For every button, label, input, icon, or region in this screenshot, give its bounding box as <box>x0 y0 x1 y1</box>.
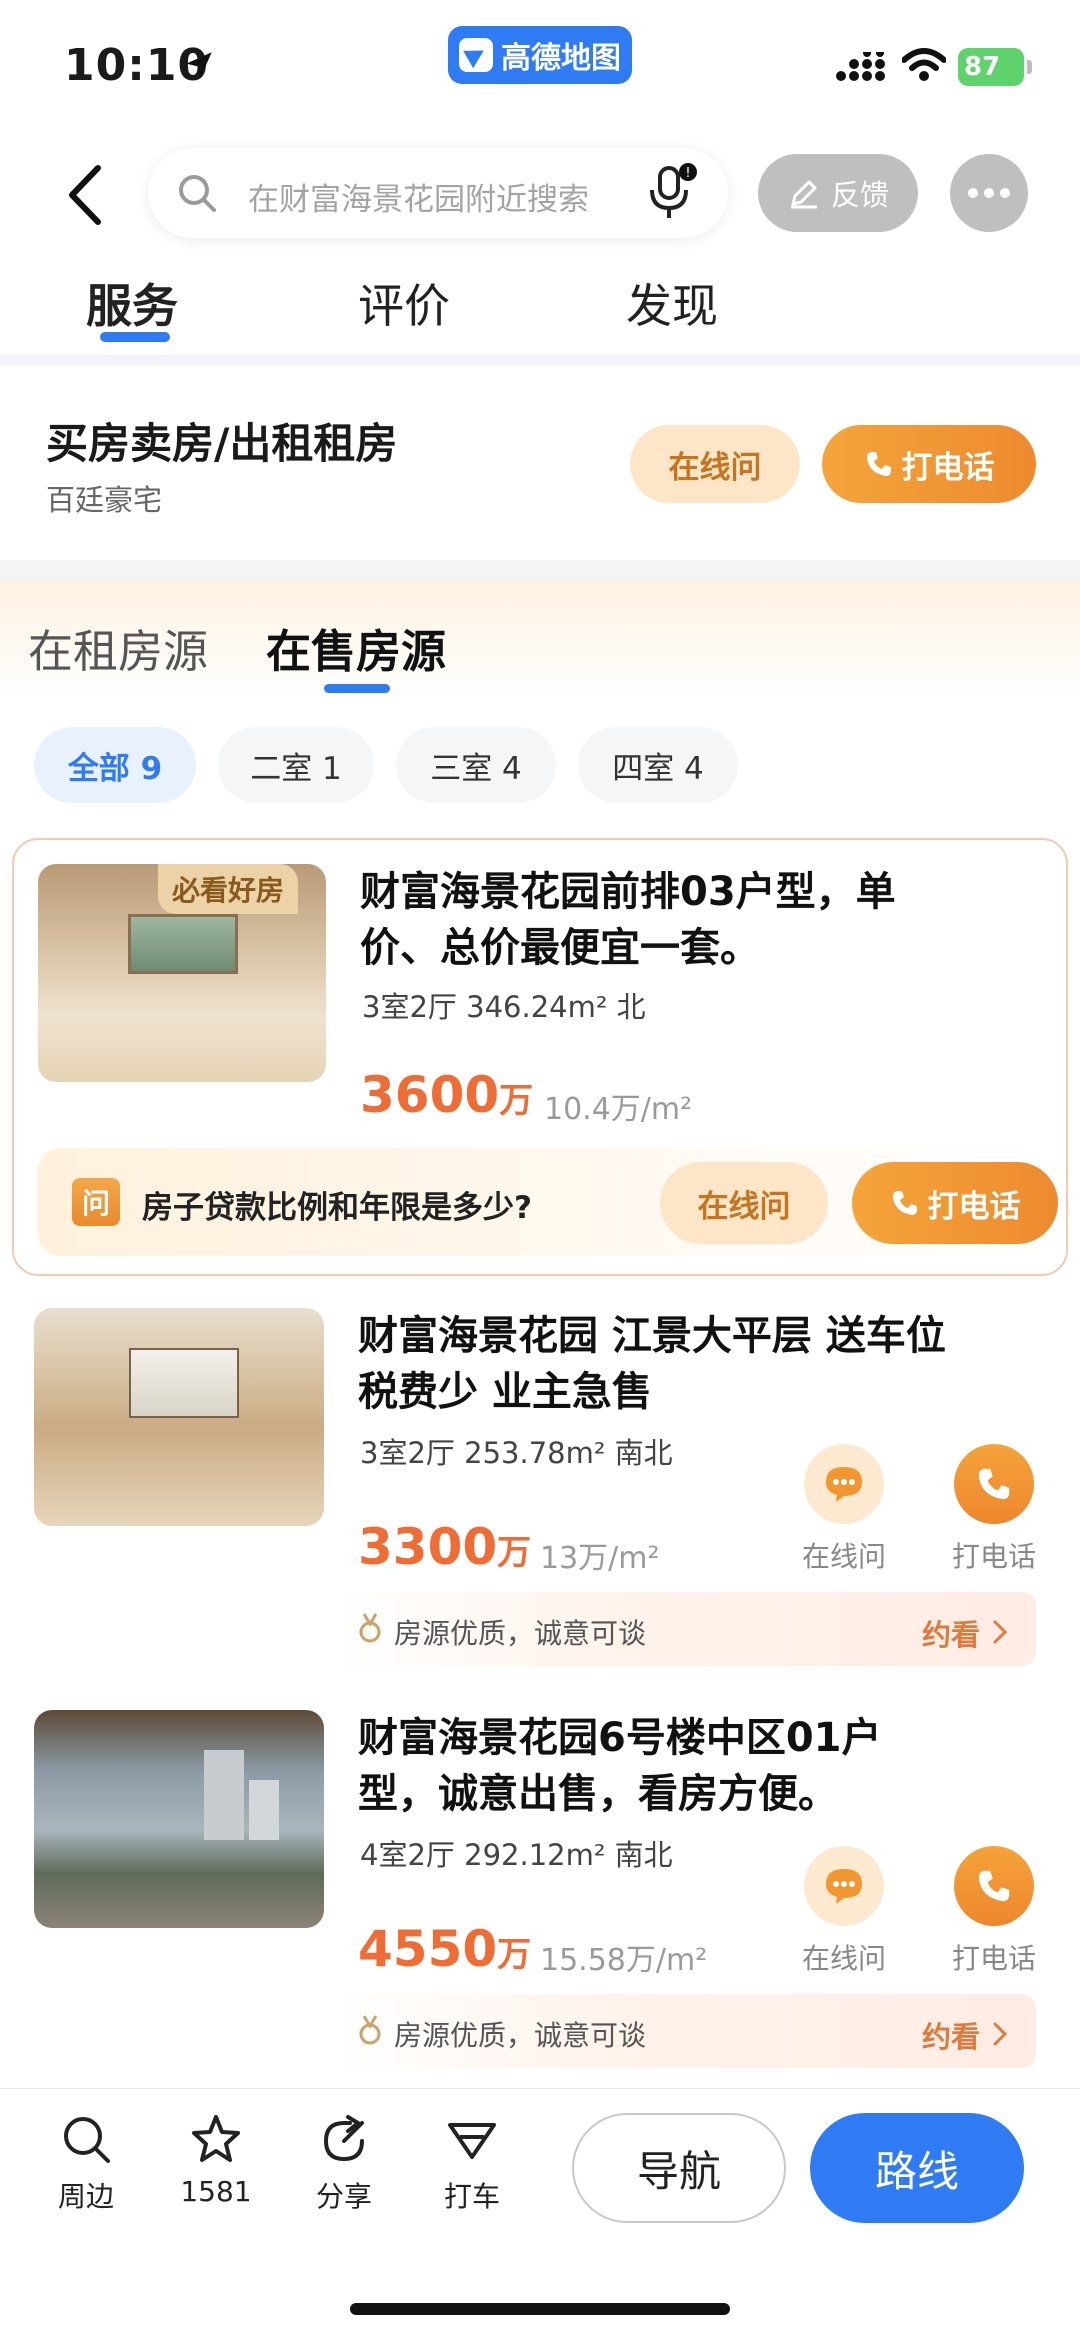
call-label: 打电话 <box>952 1942 1037 1975</box>
service-title: 买房卖房/出租租房 <box>46 419 398 468</box>
house-spec: 4室2厅 292.12m² 南北 <box>360 1838 673 1872</box>
active-tab-indicator <box>100 332 170 342</box>
location-arrow-icon <box>186 52 212 78</box>
tab-service[interactable]: 服务 <box>86 270 178 336</box>
online-ask-label: 在线问 <box>802 1540 887 1573</box>
question-text[interactable]: 房子贷款比例和年限是多少? <box>142 1182 532 1227</box>
house-unit-price: 10.4万/m² <box>544 1092 693 1127</box>
house-card-featured[interactable]: 必看好房 财富海景花园前排03户型，单 价、总价最便宜一套。 3室2厅 346.… <box>12 838 1068 1276</box>
chat-bubble-icon <box>826 1467 862 1502</box>
bottom-action-bar: 周边 1581 分享 打车 导航 路线 <box>0 2088 1080 2337</box>
house-price: 3600万 <box>360 1066 534 1124</box>
active-subtab-indicator <box>324 684 390 693</box>
online-ask-button[interactable]: 在线问 <box>660 1162 828 1244</box>
online-ask-button[interactable] <box>804 1444 884 1524</box>
promo-text: 房源优质，诚意可谈 <box>394 2019 647 2052</box>
tab-for-rent[interactable]: 在租房源 <box>28 615 208 680</box>
share-button[interactable]: 分享 <box>294 2113 394 2215</box>
microphone-icon[interactable]: ! <box>644 162 704 224</box>
phone-icon <box>892 1191 917 1215</box>
nearby-button[interactable]: 周边 <box>36 2113 136 2215</box>
promo-text: 房源优质，诚意可谈 <box>394 1617 647 1650</box>
chevron-right-icon <box>993 1620 1008 1644</box>
status-bar: 10:10 高德地图 87 <box>0 0 1080 130</box>
tab-for-sale[interactable]: 在售房源 <box>266 615 446 680</box>
call-button[interactable] <box>954 1444 1034 1524</box>
chat-bubble-icon <box>826 1869 862 1904</box>
house-price: 4550万 <box>358 1920 532 1978</box>
dot-icon <box>968 188 978 198</box>
cellular-signal-icon <box>836 52 885 81</box>
search-placeholder: 在财富海景花园附近搜索 <box>248 182 589 218</box>
question-icon: 问 <box>72 1178 120 1226</box>
house-spec: 3室2厅 253.78m² 南北 <box>360 1436 673 1470</box>
amap-logo-icon <box>459 38 493 72</box>
house-title-line[interactable]: 型，诚意出售，看房方便。 <box>358 1766 838 1822</box>
filter-chip-three-room[interactable]: 三室 4 <box>396 727 556 803</box>
call-button[interactable]: 打电话 <box>822 425 1036 503</box>
app-name: 高德地图 <box>501 41 621 76</box>
tab-discover[interactable]: 发现 <box>626 270 718 336</box>
call-button[interactable]: 打电话 <box>852 1162 1058 1244</box>
battery-indicator: 87 <box>958 48 1032 86</box>
search-icon <box>64 2117 110 2163</box>
phone-icon <box>866 452 891 476</box>
share-icon <box>323 2115 364 2162</box>
wifi-icon <box>902 48 946 81</box>
phone-icon <box>978 1870 1010 1902</box>
house-photo[interactable] <box>34 1710 324 1928</box>
medal-icon <box>359 2015 381 2045</box>
service-card: 买房卖房/出租租房 百廷豪宅 在线问 打电话 <box>0 365 1080 560</box>
divider <box>0 560 1080 580</box>
route-button[interactable]: 路线 <box>810 2113 1024 2223</box>
house-photo[interactable]: 必看好房 <box>38 864 326 1082</box>
filter-chip-four-room[interactable]: 四室 4 <box>578 727 738 803</box>
house-photo[interactable] <box>34 1308 324 1526</box>
online-ask-button[interactable] <box>804 1846 884 1926</box>
divider <box>0 355 1080 365</box>
edit-pencil-icon <box>790 180 817 209</box>
app-return-pill[interactable]: 高德地图 <box>448 26 632 84</box>
phone-icon <box>978 1468 1010 1500</box>
book-viewing-link[interactable]: 约看 <box>922 2014 1010 2056</box>
search-icon <box>179 175 216 212</box>
book-viewing-link[interactable]: 约看 <box>922 1612 1010 1654</box>
favorite-button[interactable]: 1581 <box>166 2113 266 2208</box>
online-ask-button[interactable]: 在线问 <box>630 425 800 503</box>
chevron-right-icon <box>993 2022 1008 2046</box>
house-title-line[interactable]: 税费少 业主急售 <box>358 1364 652 1420</box>
taxi-button[interactable]: 打车 <box>422 2113 522 2215</box>
house-title-line[interactable]: 财富海景花园 江景大平层 送车位 <box>358 1308 946 1364</box>
dot-icon <box>1000 188 1010 198</box>
must-see-badge: 必看好房 <box>158 864 299 914</box>
navigate-button[interactable]: 导航 <box>572 2113 786 2223</box>
house-unit-price: 15.58万/m² <box>540 1943 708 1978</box>
question-row: 问 房子贷款比例和年限是多少? 在线问 打电话 <box>38 1148 1058 1256</box>
house-title-line[interactable]: 财富海景花园6号楼中区01户 <box>358 1710 882 1766</box>
more-options-button[interactable] <box>950 154 1028 232</box>
feedback-button[interactable]: 反馈 <box>758 154 918 232</box>
house-title-line[interactable]: 价、总价最便宜一套。 <box>360 920 760 976</box>
home-indicator <box>350 2303 730 2315</box>
online-ask-label: 在线问 <box>802 1942 887 1975</box>
call-label: 打电话 <box>952 1540 1037 1573</box>
call-button[interactable] <box>954 1846 1034 1926</box>
star-icon <box>192 2115 240 2162</box>
service-subtitle: 百廷豪宅 <box>46 483 163 517</box>
house-price: 3300万 <box>358 1518 532 1576</box>
filter-chip-two-room[interactable]: 二室 1 <box>218 727 374 803</box>
house-spec: 3室2厅 346.24m² 北 <box>362 990 646 1024</box>
taxi-icon <box>448 2123 496 2159</box>
svg-text:!: ! <box>685 166 690 181</box>
tab-reviews[interactable]: 评价 <box>358 270 450 336</box>
back-chevron-icon[interactable] <box>60 160 110 230</box>
house-unit-price: 13万/m² <box>540 1541 660 1576</box>
filter-chip-all[interactable]: 全部 9 <box>34 727 196 803</box>
search-bar[interactable]: 在财富海景花园附近搜索 ! <box>148 148 728 238</box>
dot-icon <box>984 188 994 198</box>
medal-icon <box>359 1613 381 1643</box>
house-title-line[interactable]: 财富海景花园前排03户型，单 <box>360 864 896 920</box>
